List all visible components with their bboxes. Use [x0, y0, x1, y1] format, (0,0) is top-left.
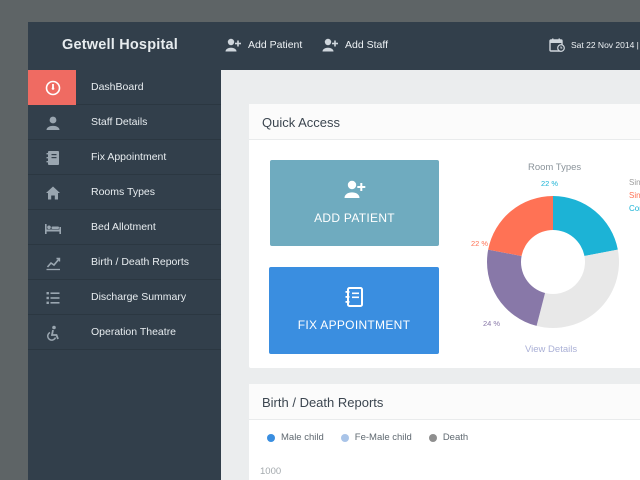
- donut-slice: [488, 196, 553, 257]
- reports-header: Birth / Death Reports: [249, 384, 640, 420]
- sidebar-item-rooms-types[interactable]: Rooms Types: [28, 175, 221, 210]
- user-icon: [44, 114, 62, 132]
- sidebar-item-staff-details[interactable]: Staff Details: [28, 105, 221, 140]
- legend-label: Male child: [281, 432, 324, 443]
- room-types-chart-title: Room Types: [528, 162, 582, 173]
- sidebar-item-label: Rooms Types: [91, 186, 155, 198]
- donut-slice-label: 22 %: [541, 179, 558, 188]
- fix-appointment-tile[interactable]: FIX APPOINTMENT: [269, 267, 439, 354]
- notebook-icon: [269, 287, 439, 307]
- donut-slice: [487, 249, 546, 326]
- list-icon: [44, 289, 62, 307]
- app-window: Getwell Hospital Add Patient Add Staff S…: [28, 22, 640, 480]
- legend-label: Fe-Male child: [354, 432, 412, 443]
- reports-title: Birth / Death Reports: [262, 395, 384, 410]
- add-patient-top-label: Add Patient: [248, 39, 303, 51]
- legend-dot-female: [340, 433, 349, 442]
- donut-legend-label: Singl: [629, 191, 640, 200]
- room-types-donut-chart: 22 % 22 % 24 % Singl Singl Comi: [471, 178, 640, 328]
- donut-slice: [536, 249, 619, 328]
- sidebar-item-dashboard[interactable]: DashBoard: [28, 70, 221, 105]
- bed-icon: [44, 219, 62, 237]
- sidebar-item-label: Birth / Death Reports: [91, 256, 190, 268]
- date-display: Sat 22 Nov 2014 |: [549, 38, 639, 52]
- add-user-icon: [322, 38, 338, 52]
- dashboard-icon: [44, 79, 62, 97]
- sidebar-item-label: Discharge Summary: [91, 291, 187, 303]
- sidebar-item-label: Bed Allotment: [91, 221, 156, 233]
- donut-slice-label: 22 %: [471, 239, 488, 248]
- sidebar-item-label: Fix Appointment: [91, 151, 167, 163]
- sidebar-item-birth-death-reports[interactable]: Birth / Death Reports: [28, 245, 221, 280]
- add-patient-tile-label: ADD PATIENT: [314, 211, 395, 225]
- sidebar-item-operation-theatre[interactable]: Operation Theatre: [28, 315, 221, 350]
- donut-slice-label: 24 %: [483, 319, 500, 328]
- donut-legend-label: Comi: [629, 204, 640, 213]
- y-axis-tick: 1000: [260, 466, 282, 477]
- chart-icon: [44, 254, 62, 272]
- quick-access-card: Quick Access ADD PATIENT FIX APPOINTMENT…: [249, 104, 640, 368]
- calendar-icon: [549, 38, 565, 52]
- sidebar: DashBoard Staff Details Fix Appointment …: [28, 70, 221, 480]
- notebook-icon: [44, 149, 62, 167]
- donut-slice: [553, 196, 618, 257]
- fix-appointment-tile-label: FIX APPOINTMENT: [297, 318, 411, 332]
- quick-access-title: Quick Access: [262, 115, 341, 130]
- donut-legend-label: Singl: [629, 178, 640, 187]
- top-bar: Getwell Hospital Add Patient Add Staff S…: [28, 22, 640, 70]
- sidebar-item-discharge-summary[interactable]: Discharge Summary: [28, 280, 221, 315]
- add-staff-top-label: Add Staff: [345, 39, 389, 51]
- sidebar-item-bed-allotment[interactable]: Bed Allotment: [28, 210, 221, 245]
- sidebar-item-label: Staff Details: [91, 116, 148, 128]
- reports-legend: Male child Fe-Male child Death: [267, 432, 485, 443]
- legend-dot-death: [428, 433, 437, 442]
- legend-dot-male: [267, 433, 275, 442]
- home-icon: [44, 184, 62, 202]
- legend-label: Death: [442, 432, 469, 443]
- sidebar-item-label: Operation Theatre: [91, 326, 177, 338]
- sidebar-item-label: DashBoard: [91, 81, 144, 93]
- main-content: Quick Access ADD PATIENT FIX APPOINTMENT…: [221, 70, 640, 480]
- date-text: Sat 22 Nov 2014 |: [571, 40, 639, 50]
- legend-death: Death: [428, 432, 469, 443]
- birth-death-reports-card: Birth / Death Reports Male child Fe-Male…: [249, 384, 640, 480]
- add-user-icon: [270, 180, 439, 198]
- legend-female: Fe-Male child: [340, 432, 412, 443]
- view-details-link[interactable]: View Details: [525, 344, 577, 355]
- add-staff-top-button[interactable]: Add Staff: [322, 38, 388, 52]
- quick-access-header: Quick Access: [249, 104, 640, 140]
- add-patient-tile[interactable]: ADD PATIENT: [270, 160, 439, 246]
- legend-male: Male child: [267, 432, 324, 443]
- sidebar-item-fix-appointment[interactable]: Fix Appointment: [28, 140, 221, 175]
- add-user-icon: [225, 38, 241, 52]
- wheelchair-icon: [44, 324, 62, 342]
- brand-title: Getwell Hospital: [62, 37, 178, 53]
- add-patient-top-button[interactable]: Add Patient: [225, 38, 302, 52]
